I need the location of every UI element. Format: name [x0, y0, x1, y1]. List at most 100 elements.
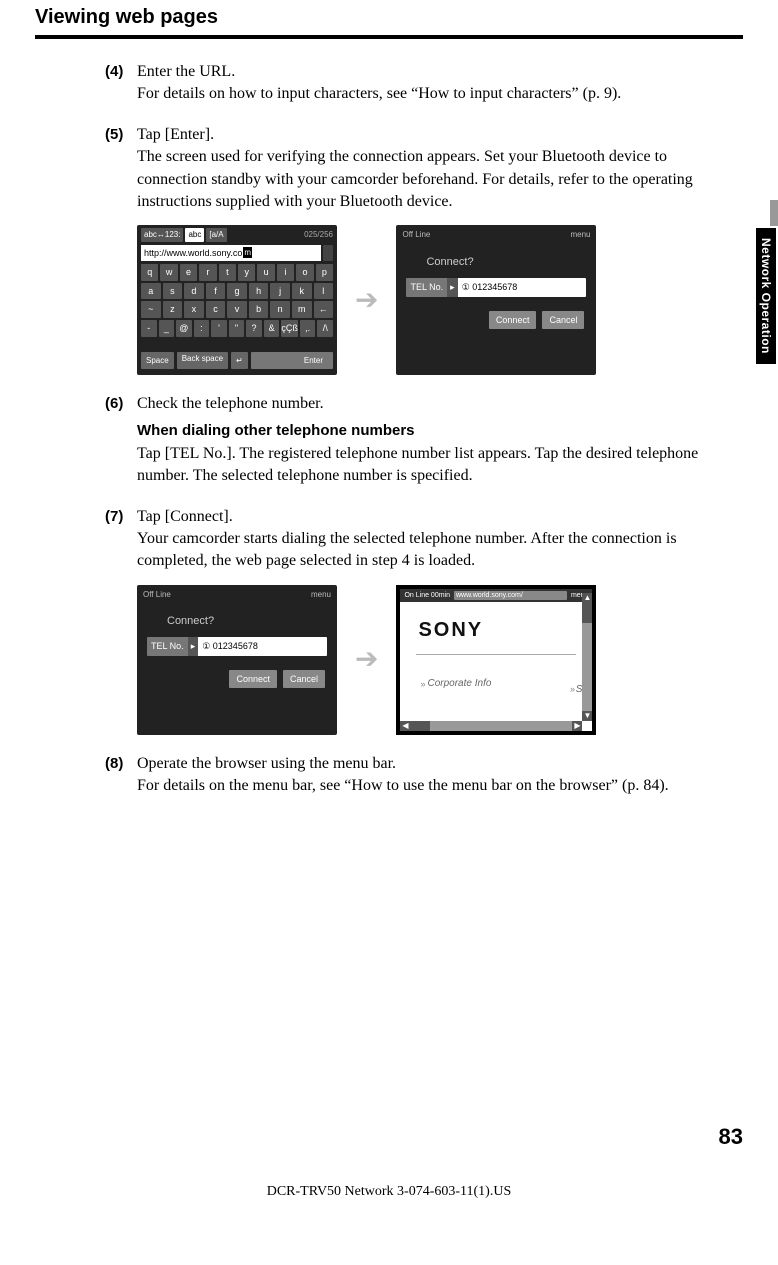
- scroll-right-icon[interactable]: ▶: [572, 721, 582, 731]
- key-p[interactable]: p: [316, 264, 333, 281]
- footer-text: DCR-TRV50 Network 3-074-603-11(1).US: [0, 1184, 778, 1200]
- key-k[interactable]: k: [292, 283, 312, 300]
- scroll-up-icon[interactable]: ▲: [582, 593, 592, 603]
- key-o[interactable]: o: [296, 264, 313, 281]
- menu-label-1[interactable]: menu: [570, 229, 590, 240]
- key-f[interactable]: f: [206, 283, 226, 300]
- key-l[interactable]: l: [314, 283, 334, 300]
- key-e[interactable]: e: [180, 264, 197, 281]
- step-6-subtext: Tap [TEL No.]. The registered telephone …: [137, 443, 733, 488]
- key-bksp-arrow[interactable]: ←: [314, 301, 334, 318]
- connect-button-2[interactable]: Connect: [229, 670, 277, 689]
- key-slashes[interactable]: /\: [317, 320, 333, 337]
- key-dash[interactable]: -: [141, 320, 157, 337]
- step-5-rest: The screen used for verifying the connec…: [137, 146, 733, 213]
- cancel-button-1[interactable]: Cancel: [542, 311, 584, 330]
- step-5-number: (5): [105, 124, 135, 145]
- tel-no-button-2[interactable]: TEL No.: [147, 637, 188, 656]
- link-2[interactable]: » S: [570, 683, 582, 697]
- step-4-rest: For details on how to input characters, …: [137, 83, 733, 105]
- sony-divider: [416, 654, 576, 655]
- enter-button[interactable]: Enter: [251, 352, 333, 369]
- tel-value-2: ① 012345678: [198, 637, 327, 656]
- key-q[interactable]: q: [141, 264, 158, 281]
- key-x[interactable]: x: [184, 301, 204, 318]
- key-d[interactable]: d: [184, 283, 204, 300]
- key-quote[interactable]: ": [229, 320, 245, 337]
- key-qmark[interactable]: ?: [246, 320, 262, 337]
- step-7: (7) Tap [Connect]. Your camcorder starts…: [105, 506, 733, 735]
- key-j[interactable]: j: [270, 283, 290, 300]
- key-apos[interactable]: ': [211, 320, 227, 337]
- step-5-first-line: Tap [Enter].: [137, 124, 214, 146]
- horizontal-scrollbar[interactable]: [400, 721, 582, 731]
- key-b[interactable]: b: [249, 301, 269, 318]
- connect-screen-2: Off Line menu Connect? TEL No. ▸ ① 01234…: [137, 585, 337, 735]
- connect-button-1[interactable]: Connect: [489, 311, 537, 330]
- scroll-down-icon[interactable]: ▼: [582, 711, 592, 721]
- key-n[interactable]: n: [270, 301, 290, 318]
- key-r[interactable]: r: [199, 264, 216, 281]
- browser-screen: On Line 00min www.world.sony.com/ menu S…: [396, 585, 596, 735]
- key-c[interactable]: c: [206, 301, 226, 318]
- key-z[interactable]: z: [163, 301, 183, 318]
- title-rule: [35, 35, 743, 39]
- key-g[interactable]: g: [227, 283, 247, 300]
- step-7-number: (7): [105, 506, 135, 527]
- step-8-first-line: Operate the browser using the menu bar.: [137, 753, 396, 775]
- corporate-info-link[interactable]: » Corporate Info: [420, 677, 592, 691]
- tel-arrow-2[interactable]: ▸: [188, 637, 199, 656]
- key-underscore[interactable]: _: [159, 320, 175, 337]
- key-h[interactable]: h: [249, 283, 269, 300]
- step-4-first-line: Enter the URL.: [137, 61, 235, 83]
- key-punct[interactable]: ,.: [300, 320, 316, 337]
- scroll-left-icon[interactable]: ◀: [400, 721, 410, 731]
- step-6: (6) Check the telephone number. When dia…: [105, 393, 733, 487]
- step-4-number: (4): [105, 61, 135, 82]
- step-4: (4) Enter the URL. For details on how to…: [105, 61, 733, 106]
- return-button[interactable]: ↵: [231, 352, 248, 369]
- key-s[interactable]: s: [163, 283, 183, 300]
- vscroll-thumb[interactable]: [582, 603, 592, 623]
- tel-no-button-1[interactable]: TEL No.: [406, 278, 447, 297]
- kb-mode-tab-1[interactable]: abc↔123:: [141, 228, 183, 241]
- key-w[interactable]: w: [160, 264, 177, 281]
- key-u[interactable]: u: [257, 264, 274, 281]
- tel-value-1: ① 012345678: [458, 278, 587, 297]
- step-6-subheading: When dialing other telephone numbers: [137, 420, 733, 441]
- browser-url[interactable]: www.world.sony.com/: [454, 591, 567, 601]
- status-offline-2: Off Line: [143, 589, 171, 600]
- key-at[interactable]: @: [176, 320, 192, 337]
- kb-url-text: http://www.world.sony.co: [144, 247, 242, 260]
- backspace-button[interactable]: Back space: [177, 352, 228, 369]
- menu-label-2[interactable]: menu: [311, 589, 331, 600]
- kb-mode-tab-2[interactable]: abc: [185, 228, 204, 241]
- step-8-number: (8): [105, 753, 135, 774]
- key-m[interactable]: m: [292, 301, 312, 318]
- page-number: 83: [719, 1124, 743, 1150]
- key-tilde[interactable]: ~: [141, 301, 161, 318]
- kb-mode-tab-3[interactable]: [a/A: [206, 228, 226, 241]
- page-title: Viewing web pages: [35, 0, 743, 29]
- kb-char-count: 025/256: [304, 229, 333, 240]
- kb-url-sidebtn[interactable]: [323, 245, 333, 261]
- status-online: On Line 00min: [404, 591, 450, 601]
- vertical-scrollbar[interactable]: [582, 603, 592, 717]
- key-t[interactable]: t: [219, 264, 236, 281]
- step-6-first-line: Check the telephone number.: [137, 393, 324, 415]
- step-7-first-line: Tap [Connect].: [137, 506, 233, 528]
- kb-url-field[interactable]: http://www.world.sony.com: [141, 245, 321, 262]
- key-i[interactable]: i: [277, 264, 294, 281]
- key-y[interactable]: y: [238, 264, 255, 281]
- step-8-rest: For details on the menu bar, see “How to…: [137, 775, 733, 797]
- key-a[interactable]: a: [141, 283, 161, 300]
- space-button[interactable]: Space: [141, 352, 174, 369]
- key-v[interactable]: v: [227, 301, 247, 318]
- cancel-button-2[interactable]: Cancel: [283, 670, 325, 689]
- key-accents[interactable]: çÇß: [281, 320, 298, 337]
- link-2-text: S: [576, 684, 583, 695]
- key-colon[interactable]: :: [194, 320, 210, 337]
- key-amp[interactable]: &: [264, 320, 280, 337]
- step-8: (8) Operate the browser using the menu b…: [105, 753, 733, 798]
- tel-arrow-1[interactable]: ▸: [447, 278, 458, 297]
